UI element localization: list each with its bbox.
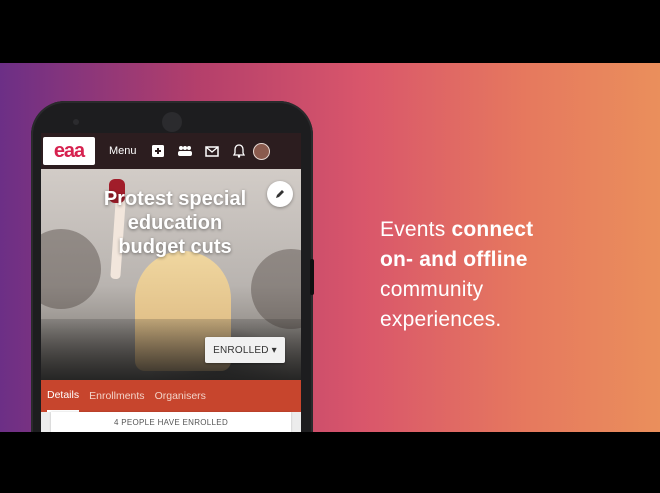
- mail-icon[interactable]: [201, 140, 223, 162]
- tagline-emphasis: connect: [451, 218, 534, 241]
- hero-tree: [251, 249, 301, 329]
- letterbox-bottom: [0, 432, 660, 493]
- tab-details[interactable]: Details: [47, 380, 80, 412]
- phone-camera: [162, 112, 182, 132]
- event-title-line: budget cuts: [118, 236, 232, 258]
- logo-text: eaa: [53, 139, 85, 162]
- menu-button[interactable]: Menu: [109, 145, 137, 157]
- video-frame: eaa Menu Protest special education budge…: [0, 0, 660, 493]
- pencil-icon: [276, 190, 284, 198]
- event-title-line: education: [127, 212, 223, 234]
- app-logo[interactable]: eaa: [43, 137, 95, 165]
- tab-organisers[interactable]: Organisers: [155, 380, 206, 412]
- people-icon[interactable]: [174, 140, 196, 162]
- letterbox-top: [0, 0, 660, 63]
- tagline-line-2: on- and offline: [380, 245, 620, 275]
- enrolled-dropdown-button[interactable]: ENROLLED ▾: [205, 337, 285, 363]
- phone-screen: eaa Menu Protest special education budge…: [41, 133, 301, 432]
- bell-icon[interactable]: [228, 140, 250, 162]
- tagline-line-1: Events connect: [380, 215, 620, 245]
- tagline-emphasis: on- and offline: [380, 248, 528, 271]
- app-header: eaa Menu: [41, 133, 301, 169]
- enrolled-count-card: 4 PEOPLE HAVE ENROLLED: [51, 412, 291, 432]
- promo-tagline: Events connect on- and offline community…: [380, 215, 620, 335]
- event-tabs: Details Enrollments Organisers: [41, 380, 301, 412]
- event-title-line: Protest special: [103, 188, 247, 210]
- user-avatar[interactable]: [252, 142, 270, 160]
- event-hero-image: Protest special education budget cuts EN…: [41, 169, 301, 380]
- phone-side-button: [310, 259, 314, 295]
- tagline-line-4: experiences.: [380, 308, 502, 331]
- plus-square-icon[interactable]: [147, 140, 169, 162]
- tagline-line-3: community: [380, 278, 484, 301]
- event-title: Protest special education budget cuts: [85, 187, 265, 259]
- tagline-text: Events: [380, 218, 452, 241]
- phone-sensor: [73, 119, 79, 125]
- tab-enrollments[interactable]: Enrollments: [89, 380, 144, 412]
- edit-event-button[interactable]: [267, 181, 293, 207]
